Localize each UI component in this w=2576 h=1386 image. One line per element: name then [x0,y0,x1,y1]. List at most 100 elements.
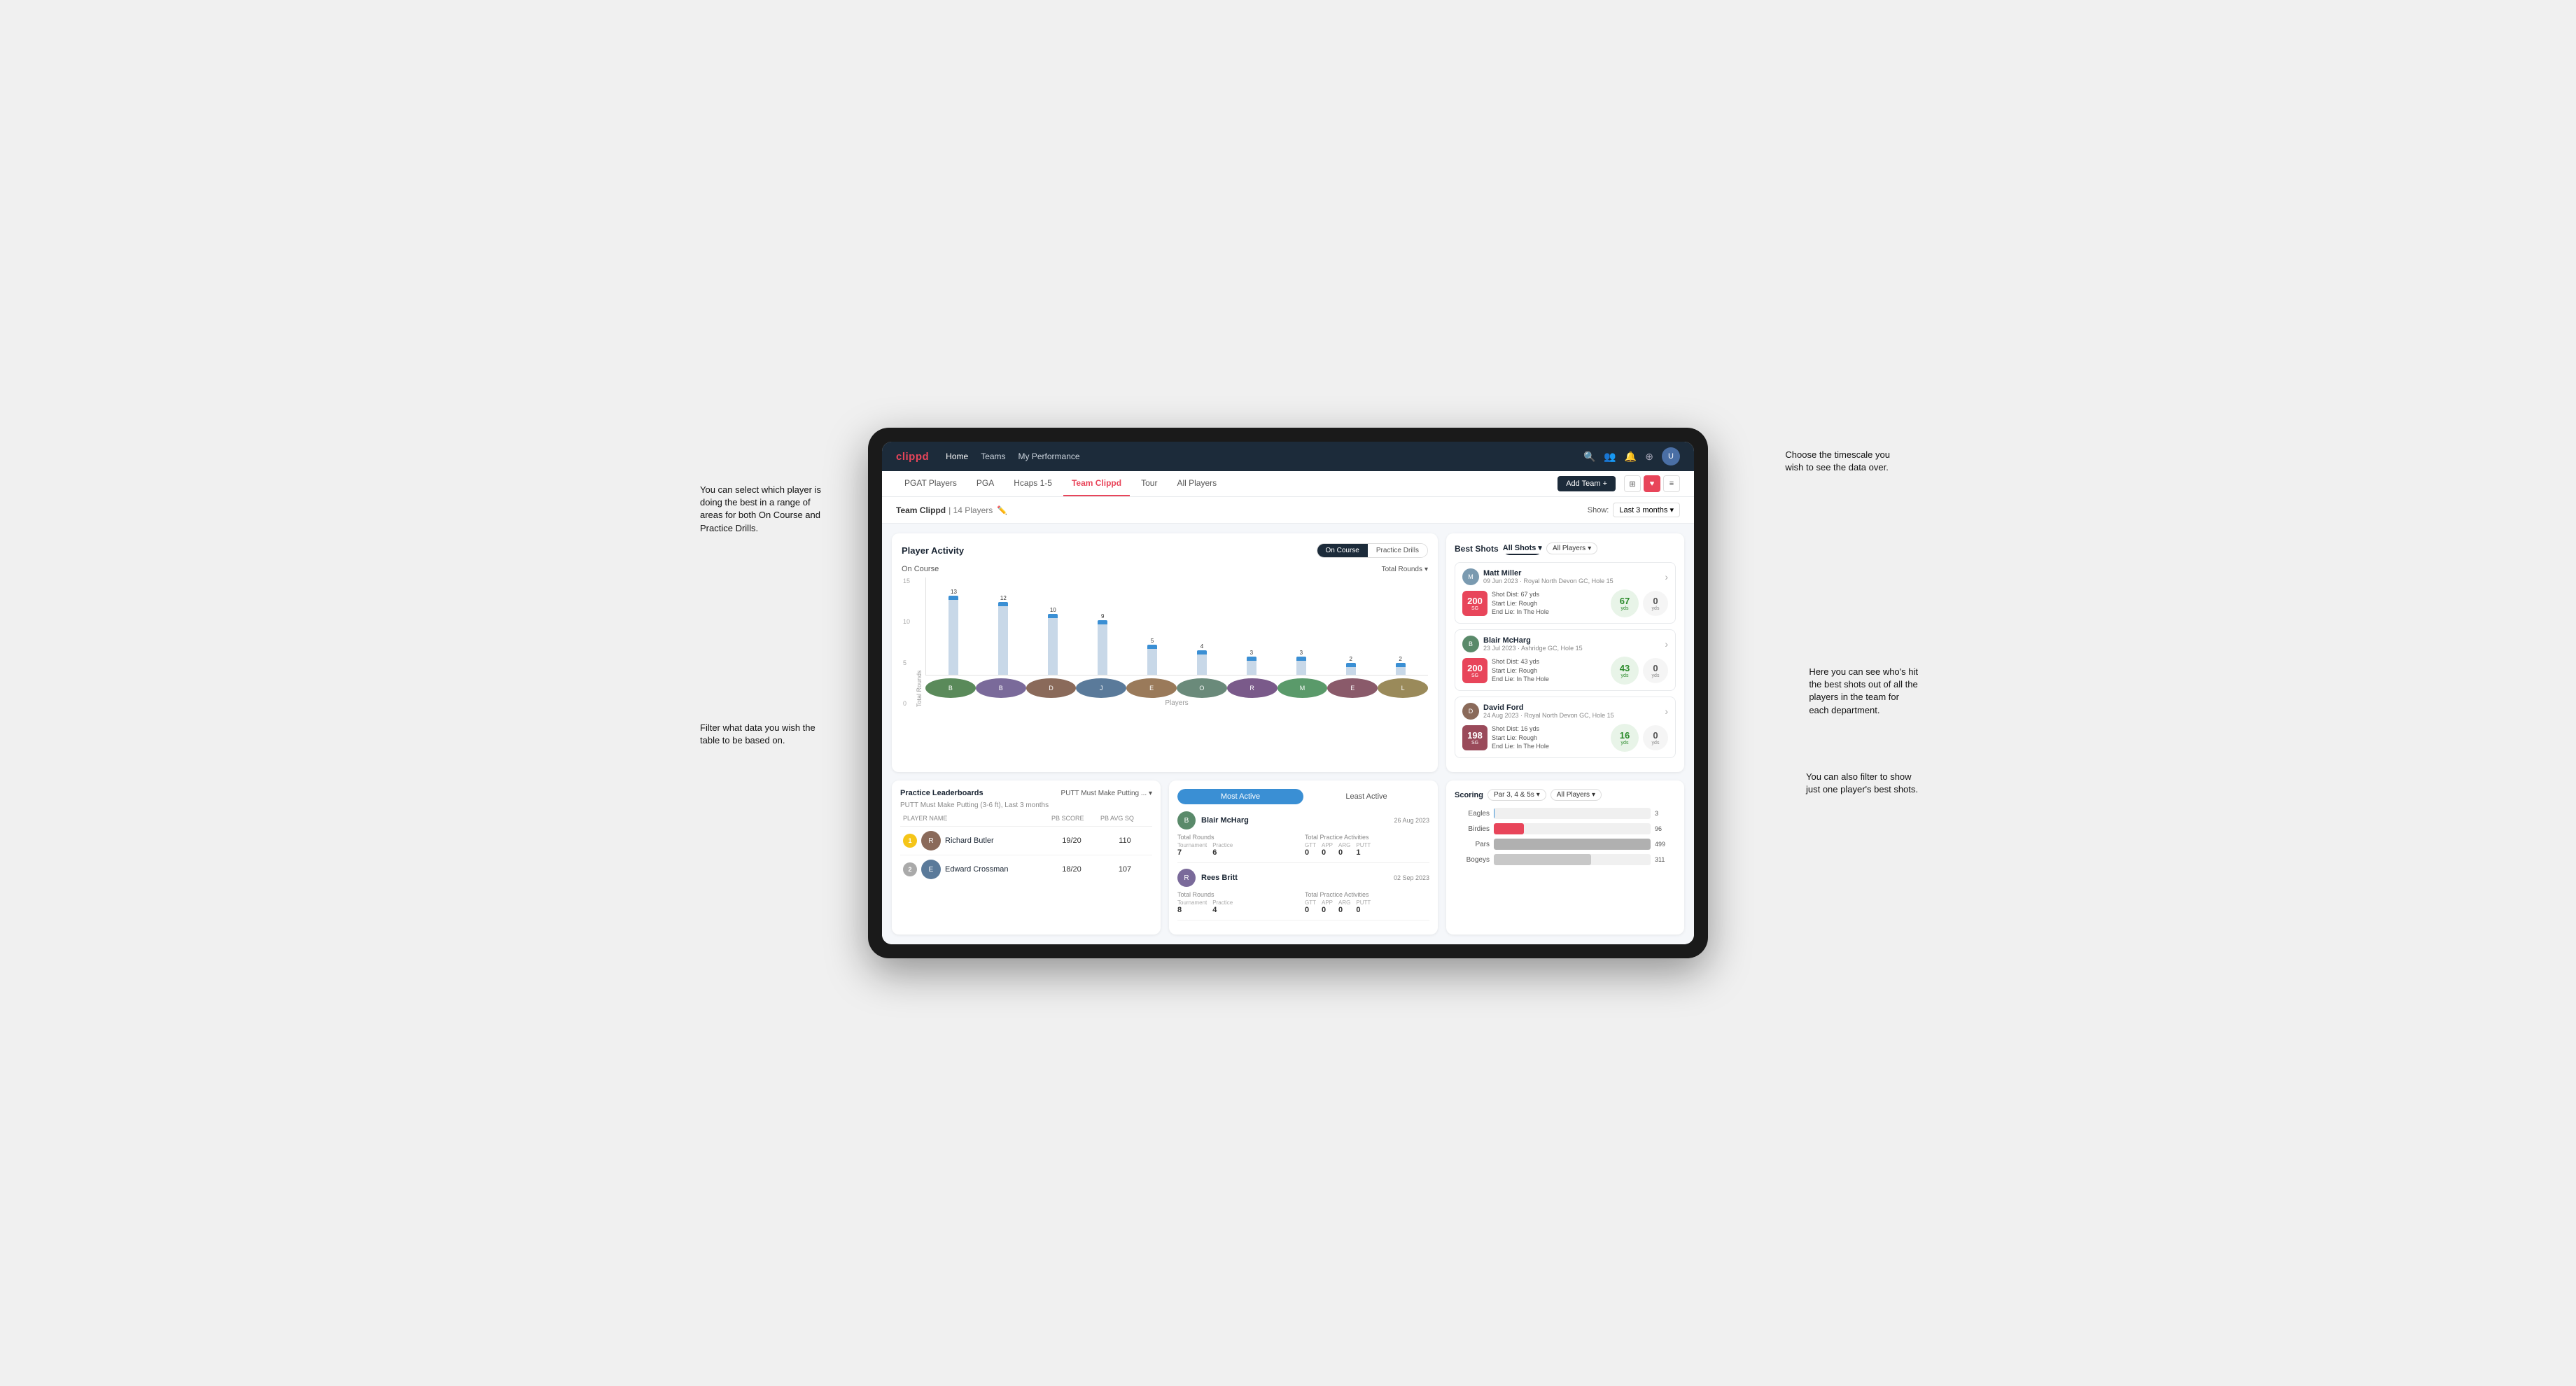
chart-dropdown[interactable]: Total Rounds ▾ [1382,566,1428,573]
player-avatar-5: O [1177,678,1227,698]
shot-zero-badge-2: 0 yds [1643,658,1668,683]
shot-details-1: 200 SG Shot Dist: 67 yds Start Lie: Roug… [1462,589,1668,617]
active-tabs: Most Active Least Active [1177,789,1429,804]
player-avatar-0: B [925,678,976,698]
practice-row-1: 1 R Richard Butler 19/20 110 [900,826,1152,855]
birdies-track [1494,823,1651,834]
tab-pga[interactable]: PGA [968,471,1002,496]
scoring-dropdown-2[interactable]: All Players ▾ [1550,789,1602,801]
tab-pgat-players[interactable]: PGAT Players [896,471,965,496]
all-shots-tab[interactable]: All Shots ▾ [1503,542,1542,555]
shot-zero-badge-1: 0 yds [1643,591,1668,616]
x-axis-label: Players [925,699,1428,707]
scoring-dropdown-1[interactable]: Par 3, 4 & 5s ▾ [1488,789,1546,801]
nav-performance[interactable]: My Performance [1018,451,1080,461]
logo: clippd [896,451,929,463]
grid-view-icon[interactable]: ⊞ [1624,475,1641,492]
practice-drills-toggle[interactable]: Practice Drills [1368,544,1427,557]
shot-player-info-2: Blair McHarg 23 Jul 2023 · Ashridge GC, … [1483,636,1583,652]
tab-tour[interactable]: Tour [1133,471,1166,496]
scoring-header: Scoring Par 3, 4 & 5s ▾ All Players ▾ [1455,789,1676,801]
search-icon[interactable]: 🔍 [1583,451,1595,463]
bar-8 [1346,663,1356,675]
nav-links: Home Teams My Performance [946,451,1567,461]
nav-teams[interactable]: Teams [981,451,1005,461]
tablet-screen: clippd Home Teams My Performance 🔍 👥 🔔 ⊕… [882,442,1694,944]
practice-subtitle: PUTT Must Make Putting (3-6 ft), Last 3 … [900,802,1152,809]
team-meta: | 14 Players [948,505,993,515]
most-active-card: Most Active Least Active B Blair McHarg … [1169,780,1438,934]
practice-activities-group: Total Practice Activities GTT 0 APP [1305,834,1429,857]
pars-track [1494,839,1651,850]
shot-chevron-1[interactable]: › [1665,571,1668,582]
tab-all-players[interactable]: All Players [1168,471,1225,496]
bar-chart-flex: 1312109543322 BBDJEORMEL Players [925,578,1428,707]
bar-group-5: 4 [1177,643,1227,675]
shot-avatar-2: B [1462,636,1479,652]
most-active-tab[interactable]: Most Active [1177,789,1303,804]
edit-icon[interactable]: ✏️ [997,505,1007,515]
bar-group-6: 3 [1226,650,1276,675]
shot-player-row-3: D David Ford 24 Aug 2023 · Royal North D… [1462,703,1668,720]
tab-team-clippd[interactable]: Team Clippd [1063,471,1130,496]
plus-circle-icon[interactable]: ⊕ [1645,451,1653,463]
scoring-title: Scoring [1455,791,1483,799]
shot-zero-badge-3: 0 yds [1643,725,1668,750]
bar-group-0: 13 [929,589,979,675]
rank-badge-2: 2 [903,862,917,876]
player-avatar-9: L [1378,678,1428,698]
shot-yds-badge-3: 16 yds [1611,724,1639,752]
heart-view-icon[interactable]: ♥ [1644,475,1660,492]
active-player-2: R Rees Britt 02 Sep 2023 Total Rounds To… [1177,869,1429,920]
rank-badge-1: 1 [903,834,917,848]
annotation-best-shots: Here you can see who's hit the best shot… [1809,666,1918,717]
best-shots-header: Best Shots All Shots ▾ All Players ▾ [1455,542,1676,555]
shot-chevron-3[interactable]: › [1665,706,1668,717]
tab-hcaps[interactable]: Hcaps 1-5 [1005,471,1060,496]
shot-player-row-2: B Blair McHarg 23 Jul 2023 · Ashridge GC… [1462,636,1668,652]
y-axis-title: Total Rounds [916,578,923,707]
users-icon[interactable]: 👥 [1604,451,1616,463]
practice-activities-group-2: Total Practice Activities GTT 0 APP [1305,891,1429,914]
least-active-tab[interactable]: Least Active [1303,789,1429,804]
active-avatar-2: R [1177,869,1196,887]
player-avatars-row: BBDJEORMEL [925,678,1428,698]
player-avatar-4: E [1126,678,1177,698]
shot-chevron-2[interactable]: › [1665,638,1668,650]
chart-label-row: On Course Total Rounds ▾ [902,565,1428,573]
tablet-frame: clippd Home Teams My Performance 🔍 👥 🔔 ⊕… [868,428,1708,958]
practice-player-1: R Richard Butler [921,831,1043,850]
bar-group-1: 12 [979,595,1028,675]
bar-group-7: 3 [1276,650,1326,675]
bar-3 [1098,620,1107,675]
shot-score-badge-2: 200 SG [1462,658,1488,683]
team-header-row: Team Clippd | 14 Players ✏️ Show: Last 3… [882,497,1694,524]
shot-info-1: Shot Dist: 67 yds Start Lie: Rough End L… [1492,590,1606,617]
practice-dropdown[interactable]: PUTT Must Make Putting ... ▾ [1061,790,1152,797]
bar-group-2: 10 [1028,607,1078,675]
bar-group-8: 2 [1326,656,1376,675]
y-axis-labels: 15 10 5 0 [903,578,910,707]
player-avatar-1: B [976,678,1026,698]
course-toggle-group: On Course Practice Drills [1317,543,1428,558]
bar-5 [1197,650,1207,675]
add-team-button[interactable]: Add Team + [1558,476,1616,491]
bell-icon[interactable]: 🔔 [1625,451,1637,463]
bar-6 [1247,657,1256,675]
eagles-row: Eagles 3 [1455,808,1676,819]
pars-row: Pars 499 [1455,839,1676,850]
chart-area: On Course Total Rounds ▾ 15 10 5 0 [902,565,1428,707]
all-players-dropdown[interactable]: All Players ▾ [1546,542,1597,554]
eagles-track [1494,808,1651,819]
shot-player-row-1: M Matt Miller 09 Jun 2023 · Royal North … [1462,568,1668,585]
user-avatar[interactable]: U [1662,447,1680,465]
practice-title: Practice Leaderboards [900,789,983,797]
card-header: Player Activity On Course Practice Drill… [902,543,1428,558]
on-course-toggle[interactable]: On Course [1317,544,1368,557]
bogeys-row: Bogeys 311 [1455,854,1676,865]
show-dropdown[interactable]: Last 3 months ▾ [1613,503,1680,517]
nav-home[interactable]: Home [946,451,968,461]
bar-group-4: 5 [1128,638,1177,675]
list-view-icon[interactable]: ≡ [1663,475,1680,492]
player-avatar-6: R [1227,678,1278,698]
